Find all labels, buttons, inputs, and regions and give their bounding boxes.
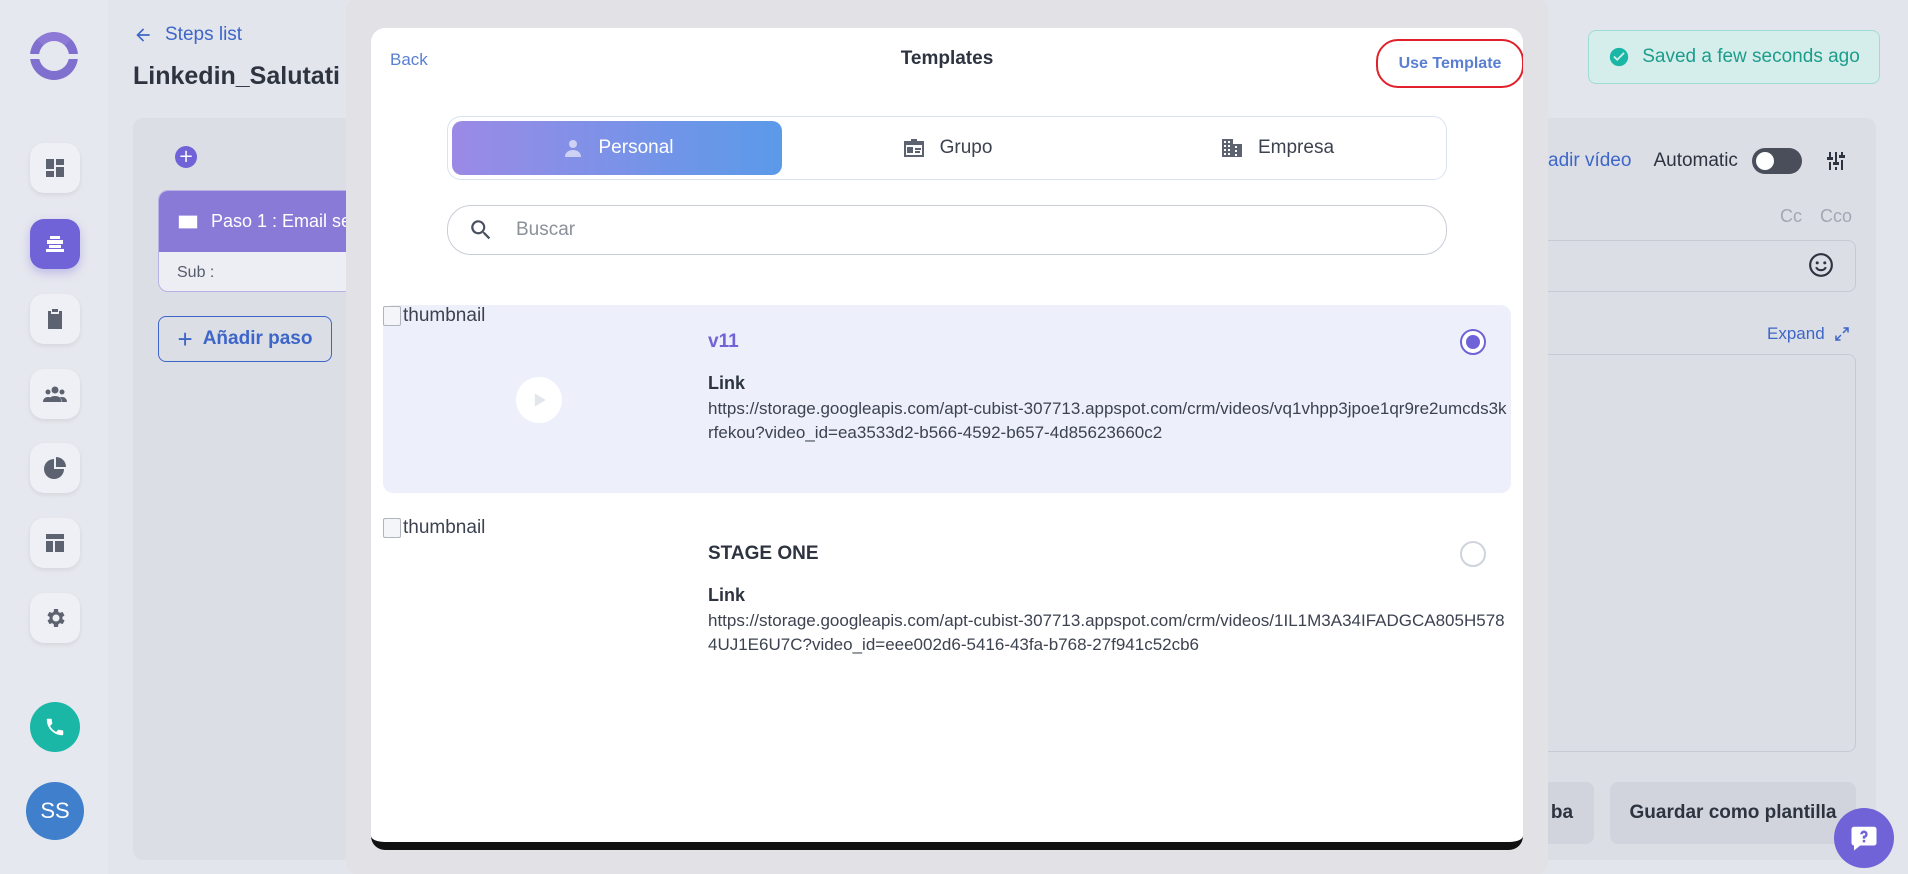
step-subject: Sub : — [177, 264, 215, 281]
test-button-label: ba — [1550, 802, 1574, 823]
thumbnail-alt: thumbnail — [383, 517, 485, 539]
template-link: https://storage.googleapis.com/apt-cubis… — [708, 611, 1505, 654]
broken-image-icon — [383, 306, 401, 326]
modal-back-button[interactable]: Back — [390, 50, 428, 70]
step-header-label: Paso 1 : Email se — [211, 211, 352, 231]
help-chat-button[interactable] — [1834, 808, 1894, 868]
broken-image-icon — [383, 518, 401, 538]
automatic-toggle[interactable] — [1751, 148, 1802, 174]
tab-personal[interactable]: Personal — [452, 121, 782, 175]
pie-chart-icon[interactable] — [30, 443, 80, 493]
person-icon — [564, 140, 581, 157]
phone-icon — [46, 718, 64, 736]
templates-modal: Back Templates Use Template Personal Gru… — [371, 28, 1523, 850]
add-step-plus-icon[interactable]: + — [175, 146, 197, 168]
gear-icon[interactable] — [30, 593, 80, 643]
template-item[interactable]: thumbnail v11 Link https://storage.googl… — [383, 305, 1511, 493]
modal-title: Templates — [900, 48, 994, 69]
template-link-label: Link — [708, 373, 746, 393]
sidebar: SS — [0, 0, 108, 874]
plus-icon: + — [177, 323, 193, 354]
badge-icon — [903, 139, 924, 157]
layers-icon[interactable] — [30, 219, 80, 269]
tab-empresa-label: Empresa — [1257, 137, 1335, 158]
template-radio[interactable] — [1460, 329, 1486, 355]
search-bar — [447, 205, 1447, 255]
template-thumbnail[interactable]: thumbnail — [383, 305, 683, 493]
emoji-icon[interactable] — [1808, 252, 1834, 278]
people-icon[interactable] — [30, 369, 80, 419]
saved-status-text: Saved a few seconds ago — [1642, 46, 1860, 67]
expand-label: Expand — [1767, 324, 1825, 343]
cc-link[interactable]: Cc — [1780, 206, 1802, 227]
avatar[interactable]: SS — [26, 782, 84, 840]
add-step-button[interactable]: + Añadir paso — [158, 316, 332, 362]
automatic-label: Automatic — [1653, 150, 1738, 171]
editor-toolbar: adir vídeo Automatic — [1548, 148, 1848, 174]
page-title: Linkedin_Salutati — [133, 62, 340, 90]
template-link: https://storage.googleapis.com/apt-cubis… — [708, 399, 1507, 442]
app-logo[interactable] — [27, 32, 81, 80]
dashboard-icon[interactable] — [30, 143, 80, 193]
cc-row: Cc Cco — [1780, 206, 1852, 227]
add-step-label: Añadir paso — [202, 328, 313, 349]
thumbnail-alt: thumbnail — [383, 305, 485, 327]
call-button[interactable] — [30, 702, 80, 752]
template-link-label: Link — [708, 585, 746, 605]
tab-empresa[interactable]: Empresa — [1112, 121, 1442, 175]
search-input[interactable] — [516, 219, 1416, 241]
tab-personal-label: Personal — [598, 137, 674, 158]
steps-list-label: Steps list — [165, 24, 243, 45]
saved-status-badge: Saved a few seconds ago — [1588, 30, 1880, 84]
add-video-link[interactable]: adir vídeo — [1548, 150, 1631, 172]
building-icon — [1221, 139, 1242, 157]
play-button[interactable] — [516, 377, 562, 423]
template-name: STAGE ONE — [708, 543, 819, 564]
layout-icon[interactable] — [30, 518, 80, 568]
step-card[interactable]: Paso 1 : Email se Sub : — [158, 190, 358, 292]
template-tabs: Personal Grupo Empresa — [447, 116, 1447, 180]
clipboard-icon[interactable] — [30, 294, 80, 344]
template-name: v11 — [708, 331, 739, 352]
help-chat-icon — [1851, 826, 1877, 851]
tab-grupo-label: Grupo — [939, 137, 993, 158]
template-thumbnail[interactable]: thumbnail — [383, 517, 683, 705]
save-as-template-button[interactable]: Guardar como plantilla — [1610, 782, 1856, 844]
play-icon — [534, 393, 546, 407]
search-icon — [471, 220, 491, 240]
thumbnail-alt-text: thumbnail — [403, 517, 486, 538]
template-item[interactable]: thumbnail STAGE ONE Link https://storage… — [383, 517, 1511, 705]
step-header: Paso 1 : Email se — [159, 191, 357, 252]
template-radio[interactable] — [1460, 541, 1486, 567]
arrow-left-icon — [136, 28, 150, 42]
cco-link[interactable]: Cco — [1820, 206, 1852, 227]
check-circle-icon — [1610, 47, 1629, 67]
expand-link[interactable]: Expand — [1767, 324, 1851, 344]
email-body-editor[interactable] — [1540, 354, 1856, 752]
steps-list-link[interactable]: Steps list — [133, 24, 242, 46]
tab-grupo[interactable]: Grupo — [782, 121, 1112, 175]
tune-icon[interactable] — [1824, 149, 1848, 173]
use-template-button[interactable]: Use Template — [1376, 39, 1523, 88]
mail-icon — [178, 215, 198, 228]
expand-icon — [1834, 327, 1849, 341]
save-as-template-label: Guardar como plantilla — [1629, 802, 1837, 823]
thumbnail-alt-text: thumbnail — [403, 305, 486, 326]
